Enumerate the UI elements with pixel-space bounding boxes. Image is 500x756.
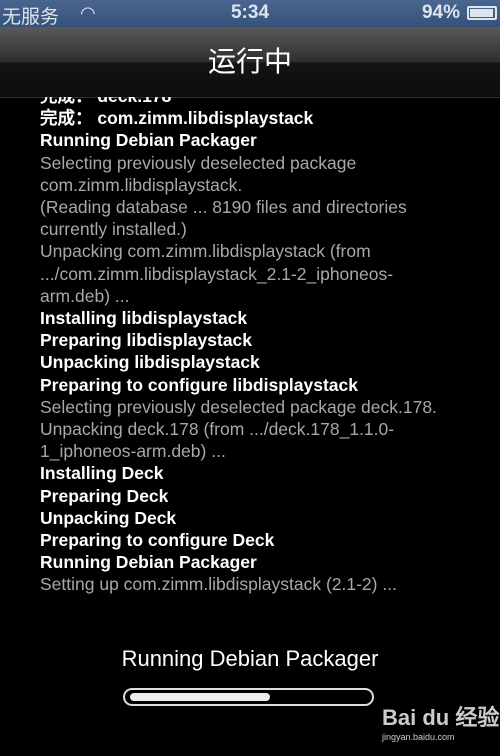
progress-fill [130, 693, 270, 701]
progress-bar [123, 688, 374, 706]
log-line: Running Debian Packager [40, 130, 257, 151]
log-line: Unpacking Deck [40, 507, 177, 528]
log-line: Preparing to configure libdisplaystack [40, 374, 358, 395]
progress-label: Running Debian Packager [121, 646, 379, 671]
log-line: currently installed.) [40, 219, 187, 240]
page-title: 运行中 [207, 46, 292, 77]
log-line: 完成： com.zimm.libdisplaystack [40, 108, 314, 129]
install-log[interactable]: 完成： deck.178完成： com.zimm.libdisplaystack… [40, 97, 480, 607]
log-line: Unpacking com.zimm.libdisplaystack (from [40, 241, 371, 262]
nav-bar: 运行中 [0, 27, 500, 98]
baidu-watermark: Bai du 经验 jingyan.baidu.com [382, 705, 500, 742]
log-line: Running Debian Packager [40, 552, 257, 573]
log-line: (Reading database ... 8190 files and dir… [40, 197, 407, 218]
log-line: Installing libdisplaystack [40, 308, 248, 329]
battery-percent: 94% [421, 2, 460, 23]
battery-icon [467, 6, 497, 20]
log-line: Selecting previously deselected package … [40, 396, 437, 417]
log-line: Setting up com.zimm.libdisplaystack (2.1… [40, 574, 397, 595]
log-line: Unpacking libdisplaystack [40, 352, 260, 373]
log-line: com.zimm.libdisplaystack. [40, 174, 243, 195]
log-line: .../com.zimm.libdisplaystack_2.1-2_iphon… [40, 263, 394, 284]
log-line: arm.deb) ... [40, 285, 130, 306]
log-line: Unpacking deck.178 (from .../deck.178_1.… [40, 419, 395, 440]
log-line: Preparing Deck [40, 485, 169, 506]
log-line: Selecting previously deselected package [40, 152, 357, 173]
log-line: 1_iphoneos-arm.deb) ... [40, 441, 226, 462]
log-line: 完成： deck.178 [40, 97, 480, 107]
log-line: Installing Deck [40, 463, 164, 484]
status-bar: 无服务 ◠ 5:34 94% [0, 0, 500, 28]
log-line: Preparing to configure Deck [40, 530, 275, 551]
log-line: Preparing libdisplaystack [40, 330, 253, 351]
